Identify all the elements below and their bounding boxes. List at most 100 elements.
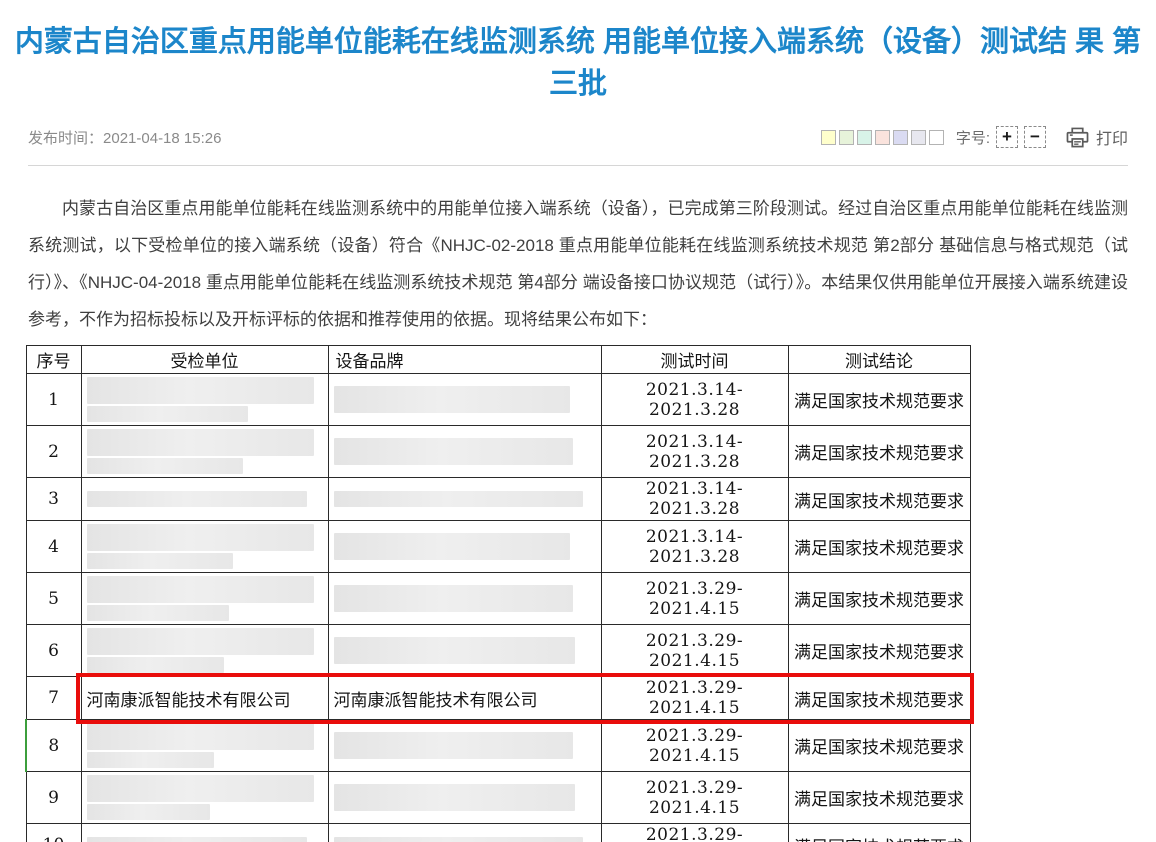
cell-unit — [81, 521, 328, 573]
cell-brand — [328, 374, 601, 426]
cell-serial: 4 — [26, 521, 81, 573]
cell-brand — [328, 772, 601, 824]
publish-time: 发布时间：2021-04-18 15:26 — [28, 127, 221, 148]
cell-unit — [81, 772, 328, 824]
cell-unit — [81, 824, 328, 842]
cell-result: 满足国家技术规范要求 — [788, 720, 970, 772]
cell-serial: 7 — [26, 677, 81, 720]
page-title: 内蒙古自治区重点用能单位能耗在线监测系统 用能单位接入端系统（设备）测试结 果 … — [0, 0, 1156, 111]
font-increase-button[interactable]: + — [996, 126, 1018, 148]
cell-brand — [328, 824, 601, 842]
cell-serial: 1 — [26, 374, 81, 426]
table-header-row: 序号 受检单位 设备品牌 测试时间 测试结论 — [26, 346, 970, 374]
cell-serial: 3 — [26, 478, 81, 521]
redaction-block — [87, 491, 307, 507]
cell-unit — [81, 426, 328, 478]
bg-color-swatch[interactable] — [929, 130, 944, 145]
cell-brand — [328, 426, 601, 478]
column-header-unit: 受检单位 — [81, 346, 328, 374]
cell-time: 2021.3.14-2021.3.28 — [601, 521, 788, 573]
redaction-block — [334, 732, 573, 759]
redaction-block — [87, 752, 215, 768]
cell-unit — [81, 478, 328, 521]
publish-time-value: 2021-04-18 15:26 — [103, 130, 221, 147]
redaction-block — [87, 524, 315, 551]
print-icon — [1066, 127, 1089, 148]
redaction-block — [87, 429, 315, 456]
redaction-block — [87, 377, 315, 404]
bg-swatches — [821, 130, 944, 145]
redaction-block — [87, 837, 307, 842]
font-size-label: 字号: — [956, 127, 990, 148]
cell-time: 2021.3.14-2021.3.28 — [601, 426, 788, 478]
bg-color-swatch[interactable] — [875, 130, 890, 145]
cell-result: 满足国家技术规范要求 — [788, 426, 970, 478]
cell-time: 2021.3.29-2021.4.15 — [601, 772, 788, 824]
redaction-block — [87, 775, 315, 802]
table-row: 52021.3.29-2021.4.15满足国家技术规范要求 — [26, 573, 970, 625]
cell-time: 2021.3.29-2021.4.15 — [601, 573, 788, 625]
cell-result: 满足国家技术规范要求 — [788, 625, 970, 677]
results-table-wrap: 序号 受检单位 设备品牌 测试时间 测试结论 1 2021.3.14-2021.3… — [25, 345, 969, 842]
cell-serial: 10 — [26, 824, 81, 842]
table-row: 22021.3.14-2021.3.28满足国家技术规范要求 — [26, 426, 970, 478]
cell-brand — [328, 478, 601, 521]
cell-result: 满足国家技术规范要求 — [788, 573, 970, 625]
bg-color-swatch[interactable] — [839, 130, 854, 145]
cell-brand — [328, 521, 601, 573]
cell-result: 满足国家技术规范要求 — [788, 374, 970, 426]
table-body: 12021.3.14-2021.3.28满足国家技术规范要求22021.3.14… — [26, 374, 970, 842]
bg-color-swatch[interactable] — [857, 130, 872, 145]
redaction-block — [334, 386, 571, 413]
redaction-block — [334, 533, 571, 560]
column-header-result: 测试结论 — [788, 346, 970, 374]
redaction-block — [334, 585, 573, 612]
cell-brand: 河南康派智能技术有限公司 — [328, 677, 601, 720]
table-row: 92021.3.29-2021.4.15满足国家技术规范要求 — [26, 772, 970, 824]
cell-unit — [81, 720, 328, 772]
cell-time: 2021.3.29-2021.4.15 — [601, 625, 788, 677]
redaction-block — [334, 491, 584, 507]
column-header-brand: 设备品牌 — [328, 346, 601, 374]
cell-time: 2021.3.29-2021.4.15 — [601, 824, 788, 842]
cell-unit: 河南康派智能技术有限公司 — [81, 677, 328, 720]
column-header-time: 测试时间 — [601, 346, 788, 374]
print-label: 打印 — [1096, 125, 1128, 149]
table-row: 7河南康派智能技术有限公司河南康派智能技术有限公司2021.3.29-2021.… — [26, 677, 970, 720]
redaction-block — [87, 406, 248, 422]
cell-time: 2021.3.14-2021.3.28 — [601, 374, 788, 426]
results-table: 序号 受检单位 设备品牌 测试时间 测试结论 1 2021.3.14-2021.3… — [25, 345, 971, 842]
table-row: 102021.3.29-2021.4.15满足国家技术规范要求 — [26, 824, 970, 842]
table-row: 32021.3.14-2021.3.28满足国家技术规范要求 — [26, 478, 970, 521]
publish-time-label: 发布时间： — [28, 130, 103, 147]
table-row: 6 2021.3.29-2021.4.15满足国家技术规范要求 — [26, 625, 970, 677]
cell-brand — [328, 720, 601, 772]
redaction-block — [87, 628, 315, 655]
cell-unit — [81, 374, 328, 426]
redaction-block — [87, 458, 243, 474]
cell-serial: 6 — [26, 625, 81, 677]
font-decrease-button[interactable]: − — [1024, 126, 1046, 148]
redaction-block — [87, 804, 210, 820]
bg-color-swatch[interactable] — [911, 130, 926, 145]
meta-row: 发布时间：2021-04-18 15:26 字号: + − 打印 — [28, 111, 1128, 166]
print-button[interactable]: 打印 — [1066, 125, 1128, 149]
table-row: 4 2021.3.14-2021.3.28满足国家技术规范要求 — [26, 521, 970, 573]
cell-brand — [328, 573, 601, 625]
cell-unit — [81, 573, 328, 625]
bg-color-swatch[interactable] — [821, 130, 836, 145]
bg-color-swatch[interactable] — [893, 130, 908, 145]
redaction-block — [334, 637, 576, 664]
article-body: 内蒙古自治区重点用能单位能耗在线监测系统中的用能单位接入端系统（设备），已完成第… — [28, 190, 1128, 338]
redaction-block — [87, 657, 224, 673]
article-paragraph: 内蒙古自治区重点用能单位能耗在线监测系统中的用能单位接入端系统（设备），已完成第… — [28, 190, 1128, 338]
table-row: 82021.3.29-2021.4.15满足国家技术规范要求 — [26, 720, 970, 772]
redaction-block — [87, 605, 229, 621]
redaction-block — [87, 576, 315, 603]
cell-result: 满足国家技术规范要求 — [788, 521, 970, 573]
redaction-block — [334, 784, 576, 811]
redaction-block — [334, 438, 573, 465]
cell-unit — [81, 625, 328, 677]
redaction-block — [334, 837, 584, 842]
cell-time: 2021.3.29-2021.4.15 — [601, 720, 788, 772]
